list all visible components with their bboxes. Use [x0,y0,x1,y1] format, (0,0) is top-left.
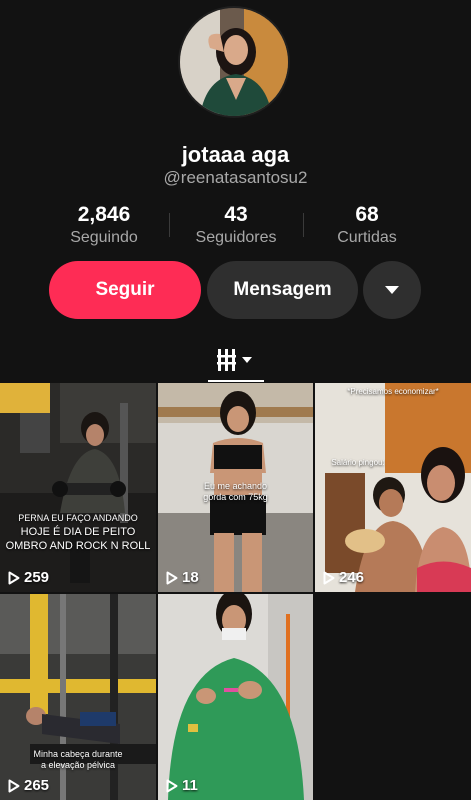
stat-following[interactable]: 2,846 Seguindo [29,203,179,247]
video-grid: PERNA EU FAÇO ANDANDO HOJE É DIA DE PEIT… [0,383,471,800]
followers-label: Seguidores [195,229,277,246]
play-icon [166,779,178,792]
following-count: 2,846 [77,203,131,226]
video-thumbnail-image [158,594,313,800]
view-count-value: 11 [182,777,198,794]
stat-likes[interactable]: 68 Curtidas [292,203,442,247]
view-count: 18 [166,569,199,586]
videos-grid-icon [217,349,252,371]
message-button[interactable]: Mensagem [207,261,358,319]
video-caption: a elevação pélvica [40,760,116,770]
display-name: jotaaa aga [181,142,290,167]
view-count-value: 265 [24,777,50,794]
video-caption: Eu me achando [203,481,268,491]
following-label: Seguindo [70,229,138,246]
stat-followers[interactable]: 43 Seguidores [161,203,311,247]
video-caption: PERNA EU FAÇO ANDANDO [18,513,138,523]
likes-count: 68 [355,203,379,226]
video-thumbnail[interactable]: *Precisamos economizar* Salário pingou: … [315,383,471,592]
profile-stats: 2,846 Seguindo 43 Seguidores 68 Curtidas [0,203,471,253]
video-thumbnail[interactable]: 11 [158,594,313,800]
video-thumbnail[interactable]: PERNA EU FAÇO ANDANDO HOJE É DIA DE PEIT… [0,383,156,592]
view-count: 246 [323,569,364,586]
video-thumbnail[interactable]: Minha cabeça durante a elevação pélvica … [0,594,156,800]
view-count-value: 259 [24,569,50,586]
video-caption: Salário pingou: [331,458,385,467]
view-count: 11 [166,777,198,794]
play-icon [8,779,20,792]
username: @reenatasantosu2 [163,168,308,187]
play-icon [166,571,178,584]
tab-videos[interactable] [208,338,264,382]
avatar[interactable] [180,8,288,116]
video-caption: HOJE É DIA DE PEITO [20,526,136,538]
play-icon [323,571,335,584]
video-thumbnail[interactable]: Eu me achando gorda com 75kg 18 [158,383,313,592]
view-count: 259 [8,569,49,586]
profile-page: jotaaa aga @reenatasantosu2 2,846 Seguin… [0,0,471,800]
play-icon [8,571,20,584]
caret-down-icon [385,286,399,294]
video-caption: OMBRO AND ROCK N ROLL [5,540,151,552]
video-thumbnail-image [315,383,471,592]
likes-label: Curtidas [337,229,397,246]
video-caption: gorda com 75kg [203,492,268,502]
more-options-button[interactable] [363,261,421,319]
view-count-value: 18 [182,569,199,586]
video-thumbnail-image [0,383,156,592]
profile-tabs [0,338,471,382]
video-caption: *Precisamos economizar* [347,387,439,396]
view-count: 265 [8,777,49,794]
followers-count: 43 [224,203,248,226]
follow-button[interactable]: Seguir [49,261,201,319]
video-caption: Minha cabeça durante [33,749,123,759]
active-tab-indicator [208,380,264,382]
view-count-value: 246 [339,569,365,586]
